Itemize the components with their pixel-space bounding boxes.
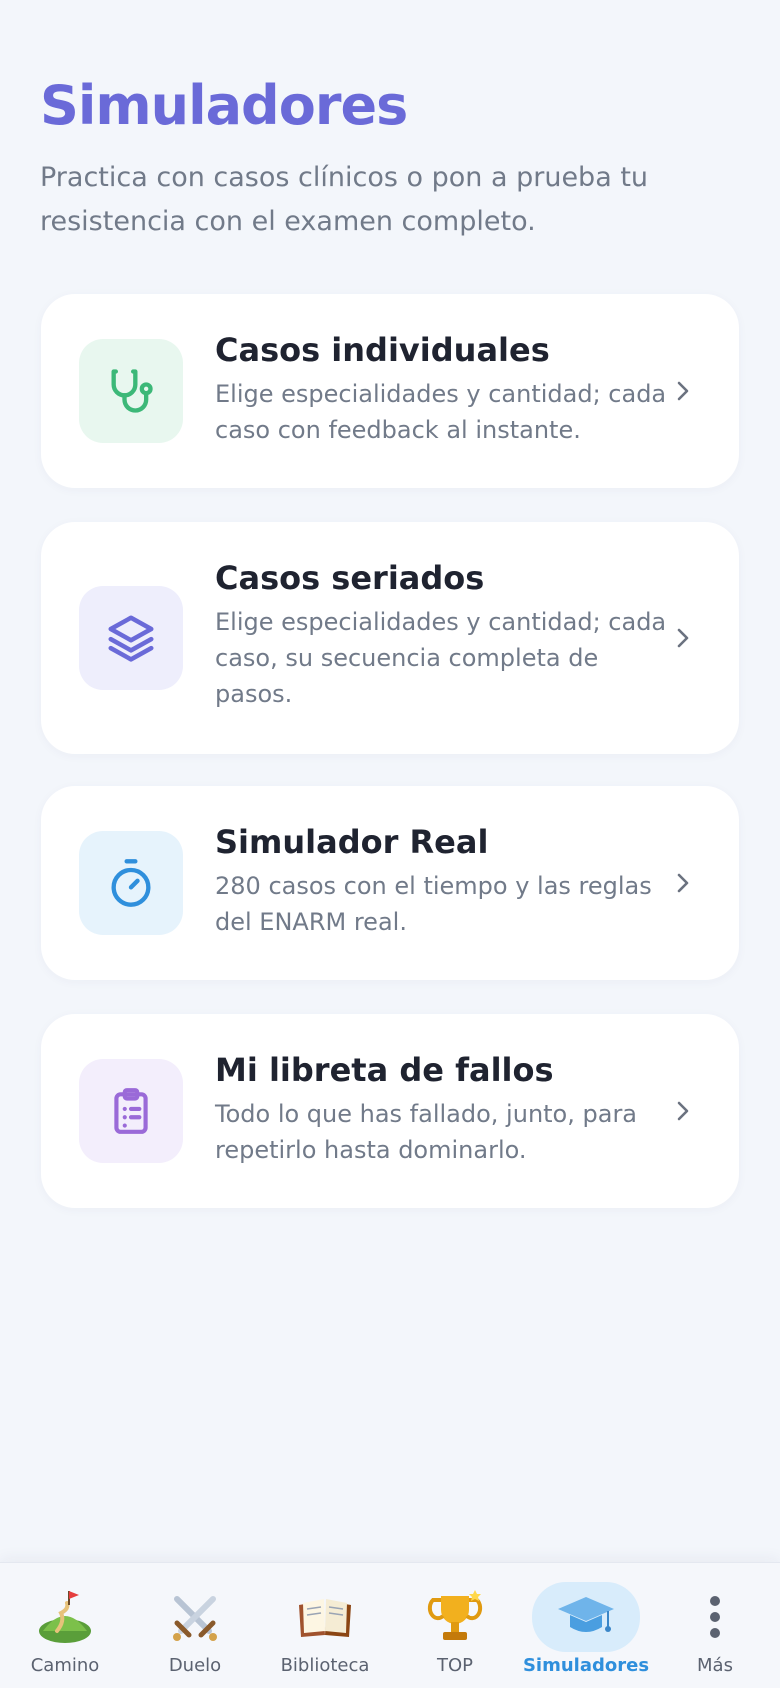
card-casos-seriados[interactable]: Casos seriados Elige especialidades y ca… xyxy=(41,522,739,754)
card-title: Mi libreta de fallos xyxy=(215,1051,554,1089)
stethoscope-icon xyxy=(111,369,153,413)
tab-biblioteca[interactable]: Biblioteca xyxy=(265,1571,385,1681)
page-title: Simuladores xyxy=(40,74,408,137)
page-subtitle: Practica con casos clínicos o pon a prue… xyxy=(40,162,649,237)
crossed-swords-icon xyxy=(163,1585,227,1649)
layers-icon xyxy=(108,615,154,662)
tab-label: Duelo xyxy=(168,1655,222,1676)
card-description: 280 casos con el tiempo y las reglas del… xyxy=(215,872,652,936)
map-hill-flag-icon xyxy=(33,1585,97,1649)
tab-simuladores[interactable]: Simuladores xyxy=(522,1571,650,1681)
tab-label: Camino xyxy=(30,1655,100,1676)
card-description: Todo lo que has fallado, junto, para rep… xyxy=(215,1100,638,1164)
tab-mas[interactable]: Más xyxy=(655,1571,775,1681)
chevron-right-icon xyxy=(677,1101,689,1121)
chevron-right-icon xyxy=(677,381,689,401)
card-title: Casos seriados xyxy=(215,559,485,597)
card-description: Elige especialidades y cantidad; cada ca… xyxy=(215,608,667,708)
trophy-icon xyxy=(423,1585,487,1649)
clipboard-list-icon xyxy=(114,1088,148,1134)
chevron-right-icon xyxy=(677,873,689,893)
card-libreta-de-fallos[interactable]: Mi libreta de fallos Todo lo que has fal… xyxy=(41,1014,739,1208)
more-vertical-icon xyxy=(683,1585,747,1649)
card-title: Casos individuales xyxy=(215,331,550,369)
tab-top[interactable]: TOP xyxy=(395,1571,515,1681)
card-casos-individuales[interactable]: Casos individuales Elige especialidades … xyxy=(41,294,739,488)
tab-label: TOP xyxy=(436,1655,474,1676)
tab-label: Biblioteca xyxy=(280,1655,370,1676)
chevron-right-icon xyxy=(677,628,689,648)
tab-label: Más xyxy=(697,1655,733,1676)
card-simulador-real[interactable]: Simulador Real 280 casos con el tiempo y… xyxy=(41,786,739,980)
tab-camino[interactable]: Camino xyxy=(5,1571,125,1681)
stopwatch-icon xyxy=(111,859,151,907)
card-icon-container xyxy=(79,586,183,690)
card-icon-container xyxy=(79,831,183,935)
card-icon-container xyxy=(79,339,183,443)
card-icon-container xyxy=(79,1059,183,1163)
tab-label: Simuladores xyxy=(522,1655,650,1676)
tab-duelo[interactable]: Duelo xyxy=(135,1571,255,1681)
card-title: Simulador Real xyxy=(215,823,489,861)
bottom-tab-bar: Camino Duelo Biblioteca TOP Simuladores … xyxy=(0,1562,780,1688)
graduation-cap-icon xyxy=(554,1585,618,1649)
card-description: Elige especialidades y cantidad; cada ca… xyxy=(215,380,667,444)
open-book-icon xyxy=(293,1585,357,1649)
